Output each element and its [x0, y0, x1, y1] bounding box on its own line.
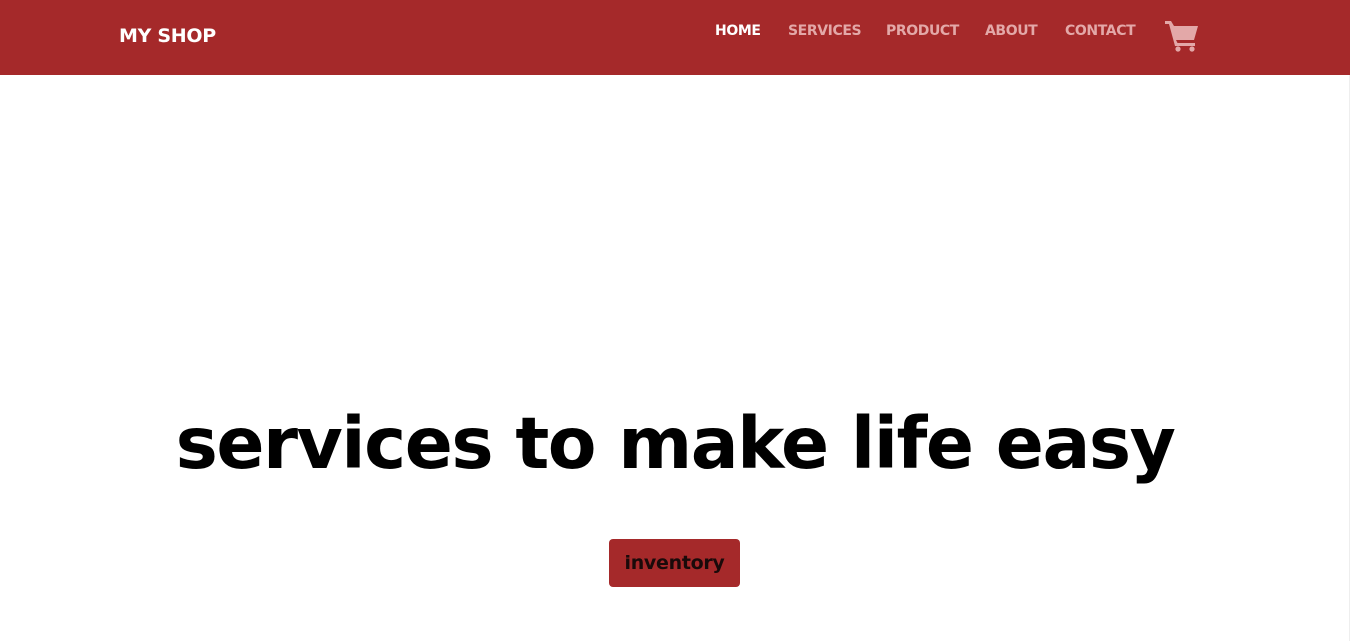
nav-link-services[interactable]: SERVICES	[788, 22, 862, 40]
navbar: MY SHOP HOME SERVICES PRODUCT ABOUT CONT…	[0, 0, 1350, 75]
hero-headline: services to make life easy	[175, 402, 1176, 485]
nav-link-home[interactable]: HOME	[715, 22, 761, 40]
inventory-button[interactable]: inventory	[609, 539, 740, 587]
cart-svg	[1165, 21, 1198, 52]
brand-logo[interactable]: MY SHOP	[119, 24, 216, 48]
shopping-cart-icon[interactable]	[1163, 18, 1201, 52]
nav-link-contact[interactable]: CONTACT	[1065, 22, 1136, 40]
nav-link-product[interactable]: PRODUCT	[886, 22, 959, 40]
nav-link-about[interactable]: ABOUT	[985, 22, 1038, 40]
